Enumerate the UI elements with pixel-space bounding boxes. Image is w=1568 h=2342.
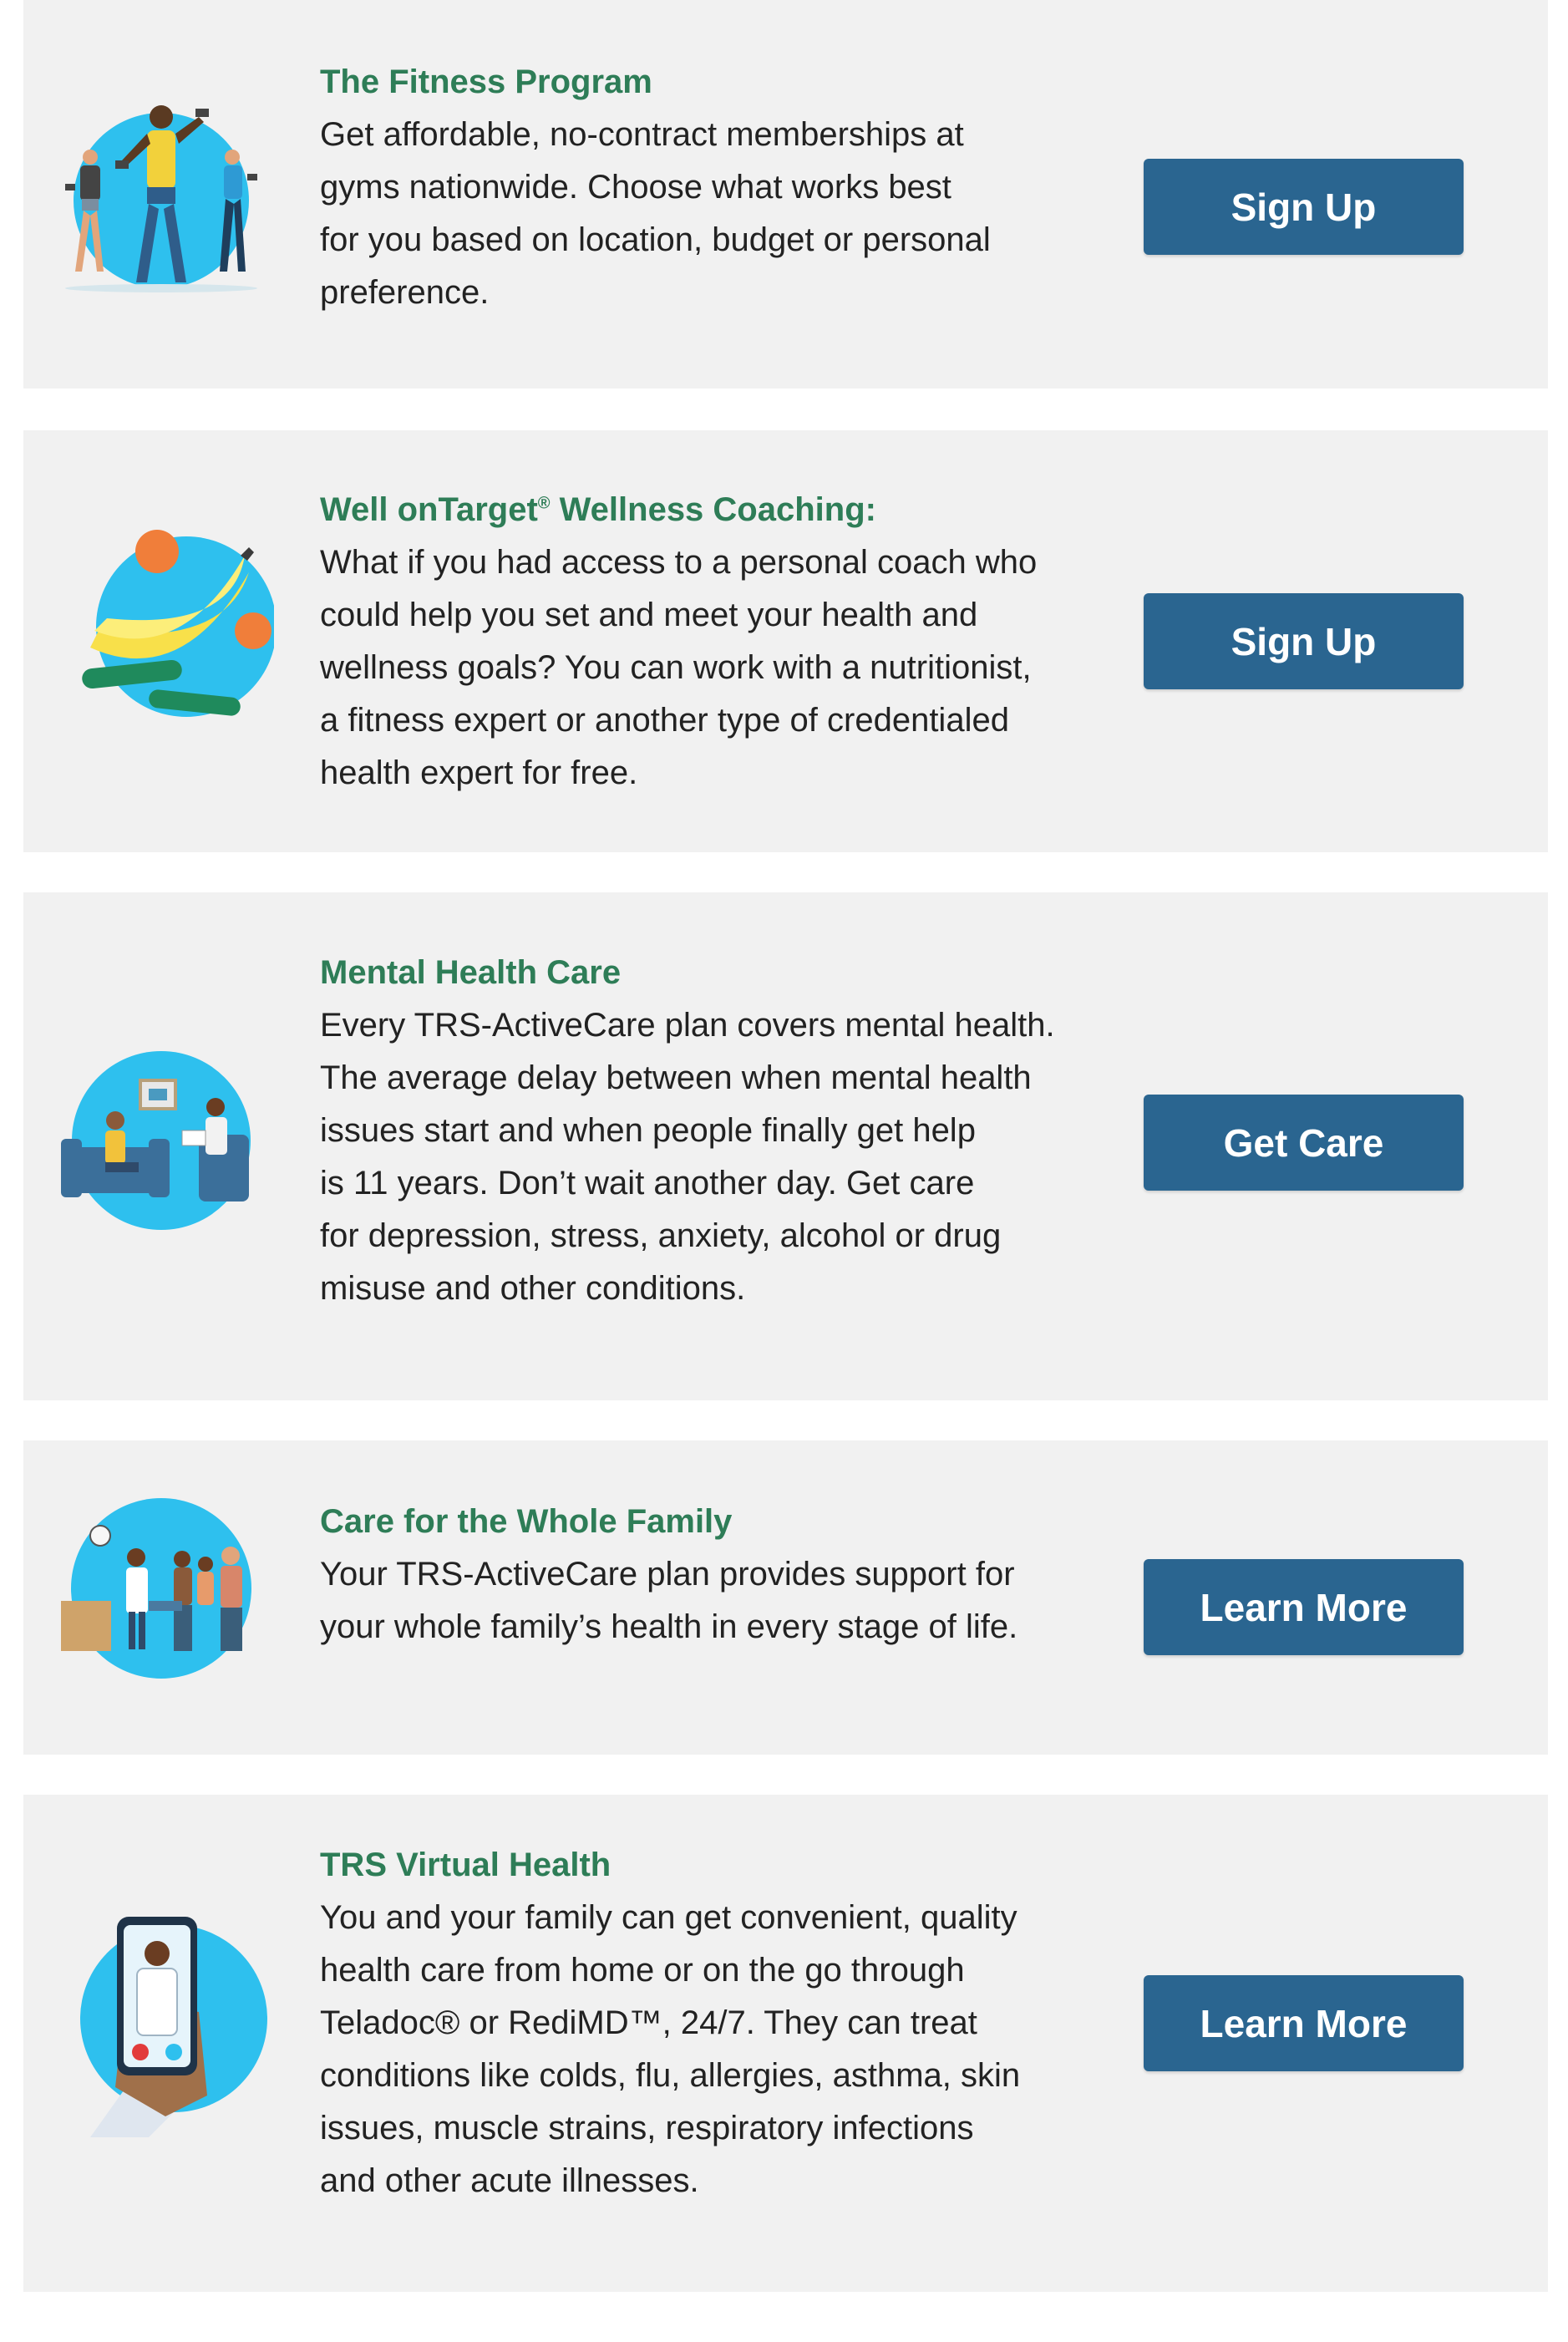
card-title-main: Well onTarget	[320, 491, 538, 528]
card-virtual-health: TRS Virtual Health You and your family c…	[23, 1795, 1548, 2292]
card-title: The Fitness Program	[320, 64, 652, 100]
family-doctor-icon	[57, 1492, 274, 1684]
registered-mark: ®	[537, 494, 551, 513]
phone-video-call-icon	[57, 1912, 274, 2137]
card-title-suffix: Wellness Coaching:	[550, 491, 876, 528]
sign-up-button[interactable]: Sign Up	[1144, 593, 1464, 689]
card-description: Your TRS-ActiveCare plan provides suppor…	[320, 1556, 1018, 1645]
therapy-session-icon	[57, 1047, 274, 1231]
card-title: Well onTarget® Wellness Coaching:	[320, 483, 1097, 536]
card-title: Mental Health Care	[320, 954, 622, 991]
card-description: Every TRS-ActiveCare plan covers mental …	[320, 1007, 1055, 1307]
card-mental-health: Mental Health Care Every TRS-ActiveCare …	[23, 892, 1548, 1400]
card-description: What if you had access to a personal coa…	[320, 544, 1038, 791]
fruit-vegetables-icon	[57, 522, 274, 723]
card-title: TRS Virtual Health	[320, 1847, 611, 1883]
learn-more-button[interactable]: Learn More	[1144, 1559, 1464, 1655]
get-care-button[interactable]: Get Care	[1144, 1095, 1464, 1191]
card-wellness-coaching: Well onTarget® Wellness Coaching: What i…	[23, 430, 1548, 852]
fitness-people-icon	[57, 100, 274, 292]
card-fitness-program: The Fitness Program Get affordable, no-c…	[23, 0, 1548, 389]
sign-up-button[interactable]: Sign Up	[1144, 159, 1464, 255]
card-description: You and your family can get convenient, …	[320, 1899, 1021, 2199]
learn-more-button[interactable]: Learn More	[1144, 1975, 1464, 2071]
card-whole-family: Care for the Whole Family Your TRS-Activ…	[23, 1440, 1548, 1755]
card-description: Get affordable, no-contract memberships …	[320, 116, 991, 311]
card-title: Care for the Whole Family	[320, 1503, 733, 1540]
